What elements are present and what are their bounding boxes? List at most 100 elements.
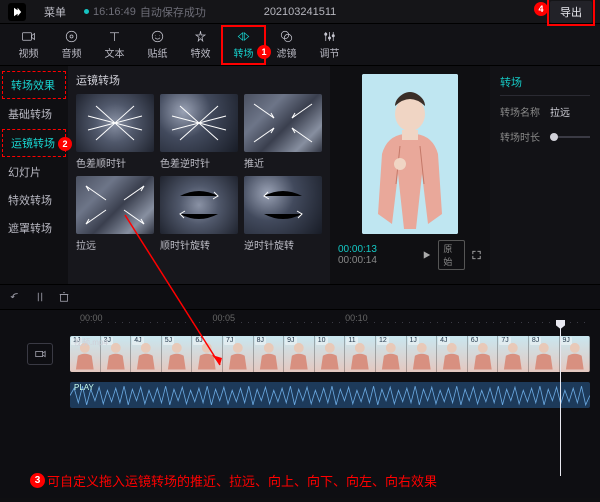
transition-item[interactable]: 逆时针旋转: [244, 176, 322, 252]
audio-clip[interactable]: PLAY: [70, 382, 590, 408]
tool-filter[interactable]: 滤镜: [265, 26, 308, 64]
prop-name: 转场名称 拉远: [500, 104, 590, 119]
playhead[interactable]: [560, 326, 561, 476]
tool-label: 贴纸: [148, 45, 168, 60]
tool-label: 视频: [19, 45, 39, 60]
tool-effect[interactable]: 特效: [179, 26, 222, 64]
project-name: 202103241511: [264, 6, 337, 18]
split-icon[interactable]: [34, 291, 46, 303]
props-tab[interactable]: 转场: [500, 74, 590, 96]
sidebar-label: 运镜转场: [11, 135, 55, 151]
transition-item[interactable]: 拉远: [76, 176, 154, 252]
sidebar-item-slide[interactable]: 幻灯片: [0, 158, 68, 186]
clip-frame: 6J: [192, 336, 223, 372]
delete-icon[interactable]: [58, 291, 70, 303]
transition-label: 色差逆时针: [160, 155, 238, 170]
timeline-tracks: 视频.mp4 1J 3J 4J 5J 6J 7J 8J 9J 10 11 12 …: [0, 326, 600, 498]
track-header[interactable]: [10, 343, 70, 365]
sidebar-item-fx[interactable]: 转场效果: [2, 71, 66, 99]
clip-frame: 12: [376, 336, 407, 372]
annotation-caption: 3 可自定义拖入运镜转场的推近、拉远、向上、向下、向左、向右效果: [30, 471, 437, 490]
tool-sticker[interactable]: 贴纸: [136, 26, 179, 64]
clip-frame: 5J: [162, 336, 193, 372]
preview-panel: 00:00:13 00:00:14 原始: [330, 66, 490, 284]
sidebar-item-sfx[interactable]: 特效转场: [0, 186, 68, 214]
tool-text[interactable]: 文本: [93, 26, 136, 64]
clip-frame: 6J: [468, 336, 499, 372]
caption-text: 可自定义拖入运镜转场的推近、拉远、向上、向下、向左、向右效果: [47, 471, 437, 490]
video-clip[interactable]: 视频.mp4 1J 3J 4J 5J 6J 7J 8J 9J 10 11 12 …: [70, 336, 590, 372]
marker-4: 4: [534, 2, 548, 16]
tool-label: 音频: [62, 45, 82, 60]
clip-frame: 7J: [498, 336, 529, 372]
clip-frame: 11: [345, 336, 376, 372]
transition-item[interactable]: 色差逆时针: [160, 94, 238, 170]
autosave-time: 16:16:49: [93, 6, 136, 18]
sidebar-label: 幻灯片: [8, 164, 41, 180]
tool-video[interactable]: 视频: [7, 26, 50, 64]
ruler-tick: 00:05: [213, 313, 236, 323]
transition-label: 逆时针旋转: [244, 237, 322, 252]
sidebar-item-base[interactable]: 基础转场: [0, 100, 68, 128]
clip-frame: 9J: [284, 336, 315, 372]
clip-frame: 9J: [560, 336, 591, 372]
main-area: 转场效果 基础转场 运镜转场 2 幻灯片 特效转场 遮罩转场 运镜转场 色差顺时…: [0, 66, 600, 284]
marker-2: 2: [58, 137, 72, 151]
autosave-text: 自动保存成功: [140, 4, 206, 20]
transition-item[interactable]: 推近: [244, 94, 322, 170]
preview-frame: [362, 74, 458, 234]
transition-label: 顺时针旋转: [160, 237, 238, 252]
clip-frame: 1J: [407, 336, 438, 372]
tool-label: 滤镜: [277, 45, 297, 60]
sidebar-label: 基础转场: [8, 106, 52, 122]
sidebar: 转场效果 基础转场 运镜转场 2 幻灯片 特效转场 遮罩转场: [0, 66, 68, 284]
titlebar: 菜单 16:16:49 自动保存成功 202103241511 导出 4: [0, 0, 600, 24]
timecode: 00:00:13 00:00:14: [338, 244, 415, 266]
clip-frame: 4J: [131, 336, 162, 372]
original-button[interactable]: 原始: [438, 240, 465, 270]
tool-audio[interactable]: 音频: [50, 26, 93, 64]
sidebar-label: 转场效果: [11, 77, 55, 93]
sidebar-label: 遮罩转场: [8, 220, 52, 236]
tool-label: 特效: [191, 45, 211, 60]
transition-item[interactable]: 色差顺时针: [76, 94, 154, 170]
clip-frame: 8J: [529, 336, 560, 372]
app-logo: [8, 3, 26, 21]
clip-name: 视频.mp4: [74, 337, 108, 348]
status-dot-icon: [84, 9, 89, 14]
tool-label: 文本: [105, 45, 125, 60]
export-button[interactable]: 导出 4: [550, 1, 592, 23]
clip-frame: 7J: [223, 336, 254, 372]
tool-label: 调节: [320, 45, 340, 60]
properties-panel: 转场 转场名称 拉远 转场时长: [490, 66, 600, 284]
transition-grid: 运镜转场 色差顺时针 色差逆时针 推近 拉远 顺时针旋转 逆时针旋转: [68, 66, 330, 284]
menu-button[interactable]: 菜单: [34, 1, 76, 23]
ruler-tick: 00:10: [345, 313, 368, 323]
play-icon[interactable]: [421, 249, 432, 261]
prop-label: 转场名称: [500, 104, 544, 119]
fullscreen-icon[interactable]: [471, 249, 482, 261]
audio-track: PLAY: [10, 380, 590, 410]
ruler-tick: 00:00: [80, 313, 103, 323]
tool-label: 转场: [234, 45, 254, 60]
prop-label: 转场时长: [500, 129, 544, 144]
sidebar-item-mask[interactable]: 遮罩转场: [0, 214, 68, 242]
audio-name: PLAY: [74, 383, 94, 392]
video-track: 视频.mp4 1J 3J 4J 5J 6J 7J 8J 9J 10 11 12 …: [10, 334, 590, 374]
tool-adjust[interactable]: 调节: [308, 26, 351, 64]
timeline-ruler[interactable]: 00:00 00:05 00:10: [0, 310, 600, 326]
autosave-status: 16:16:49 自动保存成功: [84, 4, 206, 20]
clip-frame: 8J: [254, 336, 285, 372]
duration-slider[interactable]: [550, 136, 590, 138]
transition-label: 拉远: [76, 237, 154, 252]
grid-title: 运镜转场: [76, 72, 330, 88]
clip-frame: 4J: [437, 336, 468, 372]
export-label: 导出: [560, 7, 582, 19]
tool-transition[interactable]: 转场 1: [222, 26, 265, 64]
transition-item[interactable]: 顺时针旋转: [160, 176, 238, 252]
sidebar-item-camera[interactable]: 运镜转场 2: [2, 129, 66, 157]
undo-icon[interactable]: [10, 291, 22, 303]
prop-duration: 转场时长: [500, 129, 590, 144]
sidebar-label: 特效转场: [8, 192, 52, 208]
timeline-toolbar: [0, 284, 600, 310]
